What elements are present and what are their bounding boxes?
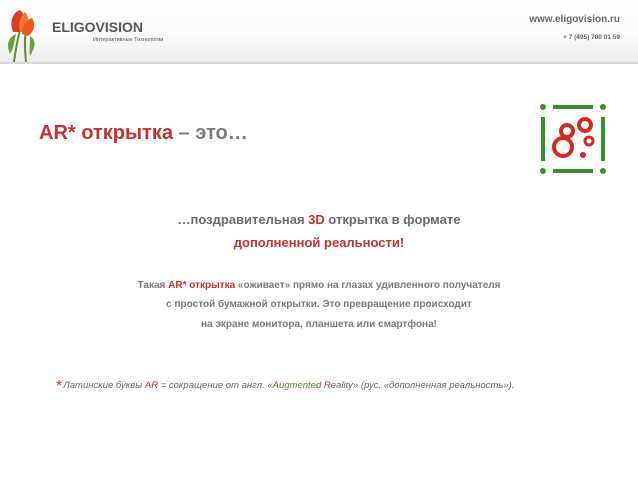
title-suffix: – это… [172, 122, 248, 144]
header-divider [0, 62, 638, 64]
body-line-3: на экране монитора, планшета или смартфо… [201, 319, 437, 330]
body-line-1: Такая AR* открытка «оживает» прямо на гл… [137, 280, 501, 291]
lead-line-2: дополненной реальности! [233, 235, 405, 250]
footnote: *Латинские буквы AR = сокращение от англ… [56, 378, 515, 395]
logo-subtitle: Интерактивные Технологии [93, 37, 164, 43]
lead-3d: 3D [308, 212, 325, 227]
lead-line-1: …поздравительная 3D открытка в формате [177, 212, 461, 227]
page-title: AR* открытка – это… [39, 122, 248, 145]
tulip-icon [8, 10, 35, 62]
body-ar-card: AR* открытка [168, 280, 236, 291]
phone-number: + 7 (495) 780 01 59 [563, 34, 620, 41]
footnote-asterisk: * [56, 378, 63, 395]
company-logo: ELIGOVISION [52, 19, 143, 35]
body-line-2: с простой бумажной открытки. Это превращ… [166, 299, 472, 310]
website-url: www.eligovision.ru [529, 14, 620, 25]
logo-text: ELIGOVISION [52, 19, 143, 35]
title-ar-card: AR* открытка [39, 122, 173, 144]
ar-marker-icon [540, 104, 606, 174]
